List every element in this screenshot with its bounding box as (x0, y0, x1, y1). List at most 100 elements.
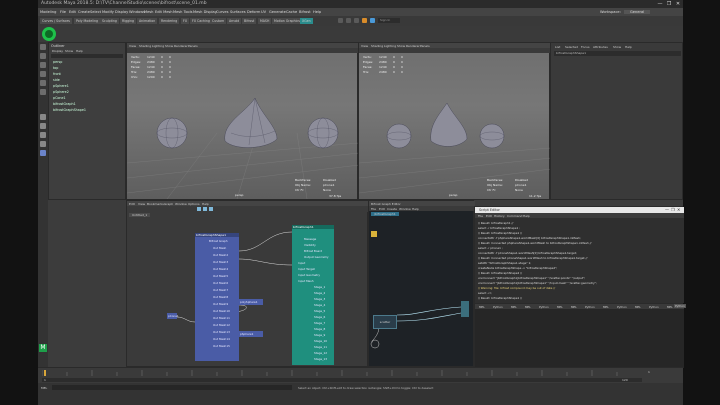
close-button[interactable]: ✕ (677, 207, 680, 212)
node-bifrost-shape[interactable]: bifrostGraphShape1 Bifrost Graph Out Mes… (195, 233, 239, 361)
menu-create[interactable]: Create (78, 10, 90, 14)
menu-surfaces[interactable]: Surfaces (230, 10, 246, 14)
rotate-tool-icon[interactable] (40, 80, 46, 86)
bifrost-menu-create[interactable]: Create (387, 207, 397, 211)
bifrost-output-node[interactable] (461, 301, 469, 317)
menu-cache[interactable]: Cache (286, 10, 297, 14)
ae-tab-attributes[interactable]: Attributes (593, 45, 608, 49)
paint-select-tool-icon[interactable] (40, 62, 46, 68)
bifrost-menu-edit[interactable]: Edit (379, 207, 385, 211)
outliner-item[interactable]: bifrostGraphShape1 (53, 108, 86, 112)
outliner-item[interactable]: persp (53, 60, 62, 64)
cone-mesh[interactable] (430, 102, 468, 147)
menu-mesh-tools[interactable]: Mesh Tools (173, 10, 192, 14)
outliner-item[interactable]: side (53, 78, 60, 82)
current-frame[interactable]: 1 (648, 370, 650, 374)
shelf-tool-icon[interactable] (362, 18, 367, 23)
move-tool-icon[interactable] (40, 71, 46, 77)
sphere-mesh-right[interactable] (479, 123, 505, 149)
outliner-item[interactable]: top (53, 66, 58, 70)
maximize-button[interactable]: ❐ (665, 0, 673, 8)
shelf-tab-fx-caching[interactable]: FX Caching (190, 18, 212, 24)
ae-tab-selected[interactable]: Selected (565, 45, 578, 49)
node-psphere[interactable]: pSphere1 (239, 331, 263, 337)
viewport-left[interactable]: View Shading Lighting Show Renderer Pane… (126, 42, 359, 200)
ae-node-field[interactable]: bifrostGraphShape1 (554, 51, 681, 56)
outliner-item[interactable]: pSphere2 (53, 90, 69, 94)
ne-toolbar-icon[interactable] (209, 207, 213, 211)
shelf-tool-icon[interactable] (354, 18, 359, 23)
outliner-item[interactable]: front (53, 72, 61, 76)
four-view-icon[interactable] (40, 123, 46, 129)
shelf-tab-fx[interactable]: FX (181, 18, 190, 24)
menu-select[interactable]: Select (90, 10, 101, 14)
shelf-tool-icon[interactable] (338, 18, 343, 23)
shelf-tab-rigging[interactable]: Rigging (120, 18, 137, 24)
script-input-area[interactable] (475, 309, 684, 368)
shelf-tab-curves[interactable]: Curves / Surfaces (40, 18, 72, 24)
bifrost-menu-help[interactable]: Help (412, 207, 419, 211)
menu-windows[interactable]: Windows (129, 10, 145, 14)
outliner-item[interactable]: pCone1 (53, 96, 66, 100)
current-frame-marker[interactable] (44, 370, 46, 376)
menu-modify[interactable]: Modify (102, 10, 114, 14)
viewport-right[interactable]: View Shading Lighting Show Renderer Pane… (358, 42, 551, 200)
outliner-item[interactable]: pSphere1 (53, 84, 69, 88)
timeline[interactable]: 1 1 120 (38, 367, 683, 384)
shelf-tab-rendering[interactable]: Rendering (159, 18, 180, 24)
layout-preset-icon[interactable] (40, 150, 46, 156)
outliner-search-input[interactable] (51, 54, 123, 58)
menu-mode-selector[interactable]: Modeling (40, 10, 56, 14)
minimize-button[interactable]: — (665, 207, 669, 212)
ne-toolbar-icon[interactable] (203, 207, 207, 211)
node-poly-sphere[interactable]: polySphere1 (239, 299, 263, 305)
menu-mesh-display[interactable]: Mesh Display (193, 10, 217, 14)
bifrost-menu-window[interactable]: Window (399, 207, 411, 211)
ae-tab-focus[interactable]: Focus (581, 45, 590, 49)
shelf-tab-arnold[interactable]: Arnold (227, 18, 242, 24)
minimize-button[interactable]: — (656, 0, 664, 8)
range-start[interactable]: 1 (44, 378, 46, 382)
outliner-menu-help[interactable]: Help (76, 49, 83, 53)
bifrost-input-port-icon[interactable] (371, 231, 377, 237)
range-end[interactable]: 120 (622, 378, 628, 382)
bifrost-graph-editor[interactable]: Bifrost Graph Editor File Edit Create Wi… (368, 200, 475, 367)
node-editor[interactable]: Edit View Bookmarks Graph Window Options… (126, 200, 369, 367)
menu-bifrost[interactable]: Bifrost (299, 10, 311, 14)
menu-curves[interactable]: Curves (216, 10, 228, 14)
outliner-menu-display[interactable]: Display (52, 49, 63, 53)
single-view-icon[interactable] (40, 114, 46, 120)
outliner-menu-show[interactable]: Show (65, 49, 73, 53)
menu-deform[interactable]: Deform (247, 10, 260, 14)
shelf-tab-motion-graphics[interactable]: Motion Graphics (272, 18, 302, 24)
shelf-tab-xgen[interactable]: XGen (300, 18, 313, 24)
bifrost-node-scatter[interactable]: scatter (373, 315, 397, 329)
node-pcone[interactable]: pCone1 (167, 313, 179, 319)
shelf-tab-sculpting[interactable]: Sculpting (100, 18, 119, 24)
shelf-tab-mash[interactable]: MASH (258, 18, 272, 24)
shelf-tool-icon[interactable] (346, 18, 351, 23)
menu-edit[interactable]: Edit (69, 10, 76, 14)
command-input[interactable] (52, 385, 292, 390)
close-button[interactable]: ✕ (674, 0, 682, 8)
menu-display[interactable]: Display (115, 10, 128, 14)
script-tab-active[interactable]: Python (674, 304, 686, 308)
sphere-mesh-left[interactable] (156, 117, 188, 149)
shelf-tool-icon[interactable] (370, 18, 375, 23)
maximize-button[interactable]: ❐ (671, 207, 675, 212)
menu-help[interactable]: Help (313, 10, 321, 14)
layout-icon[interactable] (40, 132, 46, 138)
sphere-mesh-left[interactable] (386, 123, 412, 149)
ae-tab-help[interactable]: Help (625, 45, 632, 49)
menu-file[interactable]: File (60, 10, 66, 14)
script-history-output[interactable]: // Result: bifrostGraph1 // select -r bi… (475, 218, 684, 303)
shelf-tab-bifrost[interactable]: Bifrost (242, 18, 257, 24)
command-mode-label[interactable]: MEL (41, 386, 47, 390)
menu-mesh[interactable]: Mesh (144, 10, 153, 14)
maya-shelf-logo-icon[interactable] (42, 27, 56, 41)
sign-in-field[interactable]: Sign In (378, 18, 400, 23)
lasso-tool-icon[interactable] (40, 53, 46, 59)
node-bifrost-graph[interactable]: bifrostGraph1 Message Visibility Bifrost… (292, 225, 334, 365)
outliner-item[interactable]: bifrostGraph1 (53, 102, 76, 106)
select-tool-icon[interactable] (40, 44, 46, 50)
